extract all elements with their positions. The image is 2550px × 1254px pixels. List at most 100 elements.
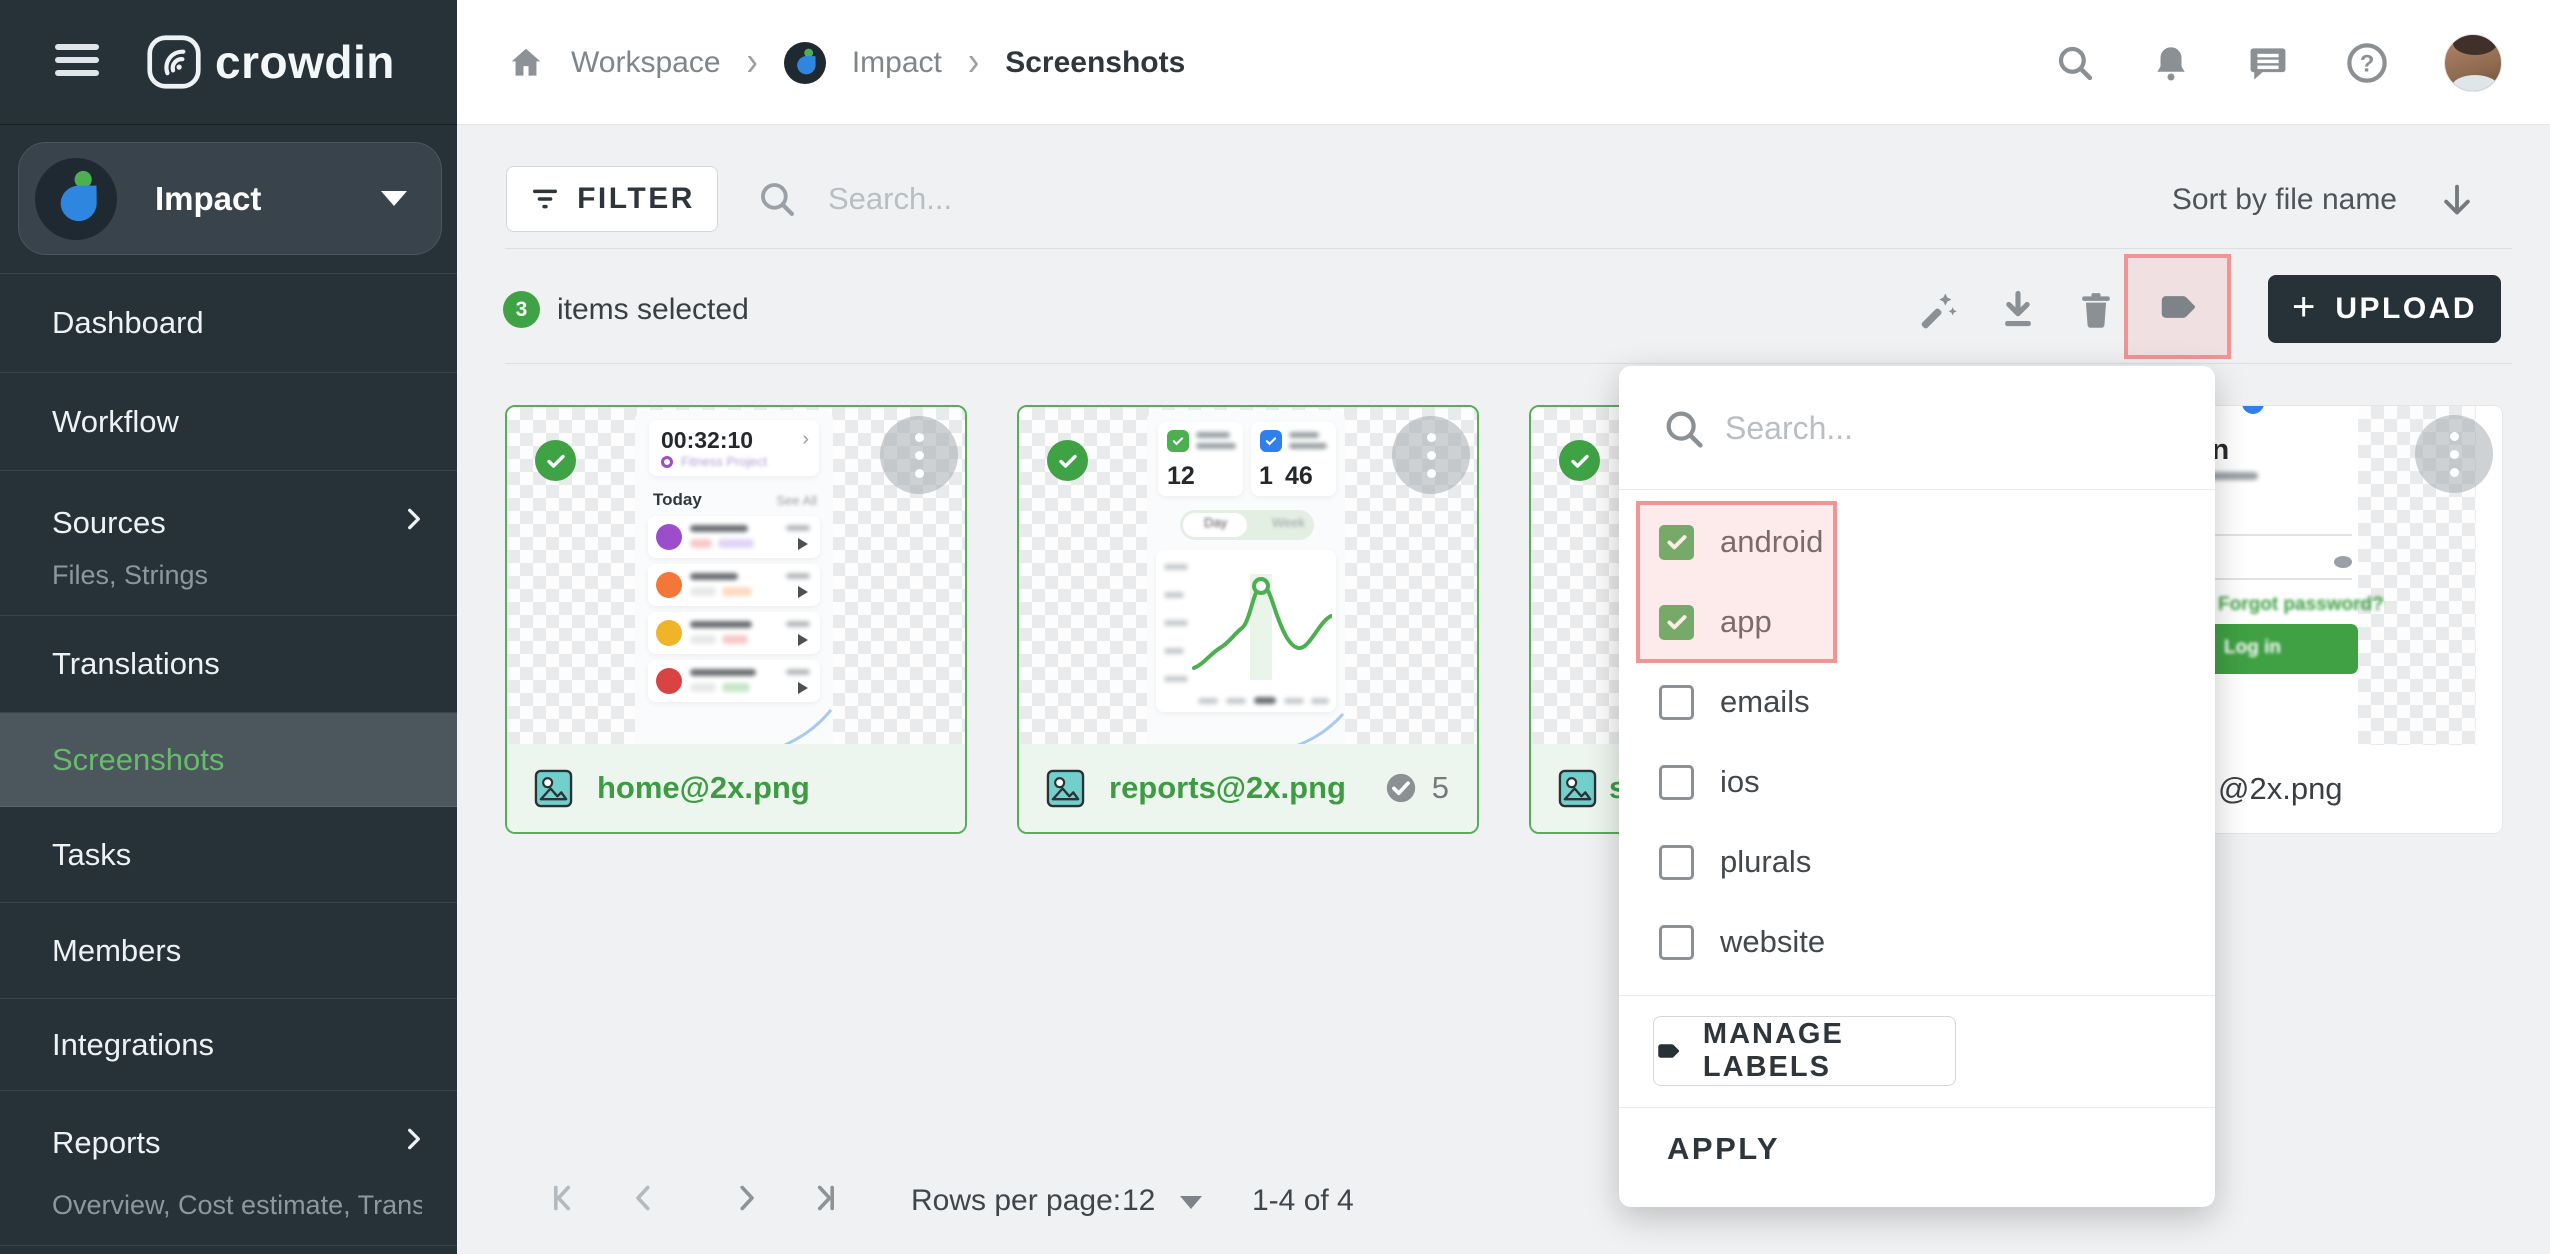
checkbox[interactable] xyxy=(1659,845,1694,880)
selected-check-badge xyxy=(1559,440,1600,481)
thumb-decoration-curve xyxy=(1285,708,1345,748)
filter-icon xyxy=(529,183,561,215)
sidebar-item-tasks[interactable]: Tasks xyxy=(0,807,457,903)
breadcrumb: Workspace › Impact › Screenshots xyxy=(507,0,1185,125)
crowdin-logo-text: crowdin xyxy=(215,35,395,89)
sidebar-item-label: Sources xyxy=(52,505,166,541)
crowdin-logo[interactable]: crowdin xyxy=(146,34,395,90)
sidebar-item-label: Translations xyxy=(52,646,220,682)
thumb-project-dot xyxy=(661,456,673,468)
rows-per-page-value[interactable]: 12 xyxy=(1122,1184,1155,1218)
help-icon[interactable]: ? xyxy=(2344,40,2390,86)
messages-icon[interactable] xyxy=(2246,41,2290,85)
labels-search-input[interactable] xyxy=(1725,400,2155,456)
sort-label: Sort by file name xyxy=(2172,183,2397,217)
chevron-right-icon xyxy=(401,1126,427,1152)
label-option-app[interactable]: app xyxy=(1619,582,2215,662)
user-avatar[interactable] xyxy=(2444,34,2502,92)
screenshot-card-reports[interactable]: 12 1 46 Day Week xyxy=(1017,405,1479,834)
thumb-task-row xyxy=(648,564,820,606)
sidebar-nav: Dashboard Workflow Sources Files, String… xyxy=(0,273,457,1246)
checkbox[interactable] xyxy=(1659,925,1694,960)
sidebar-item-translations[interactable]: Translations xyxy=(0,616,457,713)
file-name[interactable]: @2x.png xyxy=(2218,771,2343,807)
checkbox[interactable] xyxy=(1659,605,1694,640)
selected-check-badge xyxy=(1047,440,1088,481)
thumb-eye-icon xyxy=(2334,556,2352,568)
label-name: android xyxy=(1720,524,1823,560)
sidebar-header: crowdin xyxy=(0,0,457,125)
manage-labels-label: MANAGE LABELS xyxy=(1703,1018,1955,1084)
manage-labels-button[interactable]: MANAGE LABELS xyxy=(1653,1016,1956,1086)
sidebar-item-label: Members xyxy=(52,933,181,969)
filter-button[interactable]: FILTER xyxy=(506,166,718,232)
breadcrumb-project[interactable]: Impact xyxy=(852,46,942,80)
card-menu-kebab[interactable] xyxy=(880,416,958,494)
search-icon xyxy=(1661,406,1707,452)
sidebar-item-members[interactable]: Members xyxy=(0,903,457,999)
thumb-project-name: Fitness Project xyxy=(681,454,767,469)
thumb-line-chart xyxy=(1190,556,1332,688)
label-option-website[interactable]: website xyxy=(1619,902,2215,982)
label-tag-icon xyxy=(1654,1035,1683,1067)
delete-trash-icon[interactable] xyxy=(2074,288,2118,332)
thumb-toggle-week: Week xyxy=(1272,515,1305,530)
breadcrumb-separator: › xyxy=(968,39,979,86)
sidebar-item-label: Screenshots xyxy=(52,742,224,778)
notifications-bell-icon[interactable] xyxy=(2150,42,2192,84)
checkbox[interactable] xyxy=(1659,685,1694,720)
label-name: app xyxy=(1720,604,1772,640)
upload-button[interactable]: + UPLOAD xyxy=(2268,275,2501,343)
checkbox[interactable] xyxy=(1659,765,1694,800)
sidebar-item-label: Dashboard xyxy=(52,305,204,341)
apply-button[interactable]: APPLY xyxy=(1667,1131,1780,1167)
label-option-plurals[interactable]: plurals xyxy=(1619,822,2215,902)
thumb-task-row xyxy=(648,660,820,702)
previous-page-icon[interactable] xyxy=(626,1180,662,1216)
breadcrumb-workspace[interactable]: Workspace xyxy=(571,46,721,80)
assign-label-button-highlighted[interactable] xyxy=(2124,254,2231,359)
checkbox[interactable] xyxy=(1659,525,1694,560)
screenshot-card-home[interactable]: 00:32:10 › Fitness Project Today See All xyxy=(505,405,967,834)
hamburger-menu-icon[interactable] xyxy=(55,44,99,80)
file-name[interactable]: reports@2x.png xyxy=(1109,770,1346,806)
label-name: ios xyxy=(1720,764,1760,800)
card-menu-kebab[interactable] xyxy=(2415,415,2493,493)
first-page-icon[interactable] xyxy=(548,1180,584,1216)
divider xyxy=(1619,1107,2215,1108)
sidebar-item-sources[interactable]: Sources Files, Strings xyxy=(0,471,457,616)
home-icon[interactable] xyxy=(507,44,545,82)
image-file-icon xyxy=(1046,769,1085,808)
label-option-ios[interactable]: ios xyxy=(1619,742,2215,822)
label-option-emails[interactable]: emails xyxy=(1619,662,2215,742)
search-icon[interactable] xyxy=(2054,42,2096,84)
thumb-today-label: Today xyxy=(653,490,702,510)
sidebar-item-label: Integrations xyxy=(52,1027,214,1063)
rows-per-page-caret-icon[interactable] xyxy=(1180,1196,1202,1209)
sidebar-item-workflow[interactable]: Workflow xyxy=(0,373,457,471)
download-icon[interactable] xyxy=(1996,288,2040,332)
card-footer: home@2x.png xyxy=(507,744,965,832)
search-input[interactable] xyxy=(828,172,1388,226)
auto-tag-wand-icon[interactable] xyxy=(1916,288,1960,332)
sidebar-item-dashboard[interactable]: Dashboard xyxy=(0,274,457,373)
rows-per-page-label: Rows per page: xyxy=(911,1184,1121,1218)
file-name[interactable]: home@2x.png xyxy=(597,770,810,806)
label-option-android[interactable]: android xyxy=(1619,502,2215,582)
label-tag-icon xyxy=(2155,284,2201,330)
sort-control[interactable]: Sort by file name xyxy=(2172,180,2477,220)
thumb-task-row xyxy=(648,516,820,558)
svg-text:?: ? xyxy=(2360,50,2375,77)
card-footer: reports@2x.png 5 xyxy=(1019,744,1477,832)
thumb-stat-duration-h: 1 xyxy=(1259,462,1273,491)
breadcrumb-separator: › xyxy=(747,39,758,86)
card-menu-kebab[interactable] xyxy=(1392,416,1470,494)
sidebar-item-screenshots[interactable]: Screenshots xyxy=(0,713,457,807)
next-page-icon[interactable] xyxy=(728,1180,764,1216)
search-icon xyxy=(756,178,798,220)
last-page-icon[interactable] xyxy=(804,1180,840,1216)
sidebar-item-integrations[interactable]: Integrations xyxy=(0,999,457,1091)
thumb-notch-dot xyxy=(2242,406,2264,414)
sidebar-item-reports[interactable]: Reports Overview, Cost estimate, Transl… xyxy=(0,1091,457,1246)
project-switcher[interactable]: Impact xyxy=(18,142,442,255)
